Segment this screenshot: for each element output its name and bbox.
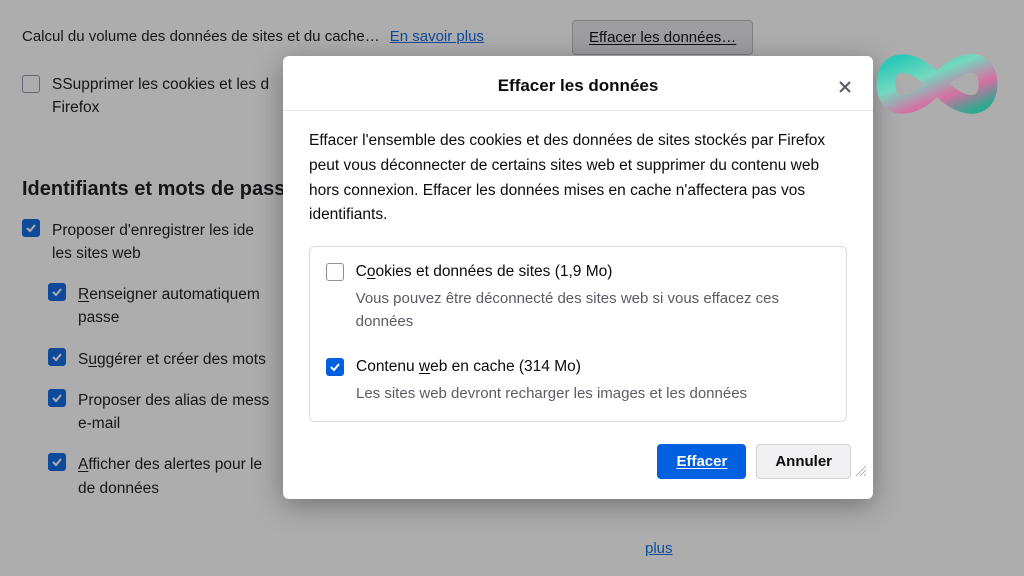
cancel-button[interactable]: Annuler xyxy=(756,444,851,479)
dialog-title: Effacer les données xyxy=(498,76,659,96)
cached-content-checkbox[interactable] xyxy=(326,358,344,376)
close-icon xyxy=(837,79,853,95)
resize-grip-icon[interactable] xyxy=(853,463,867,477)
infinity-logo-icon xyxy=(852,33,1022,135)
cookies-site-data-label: Cookies et données de sites (1,9 Mo) xyxy=(356,263,830,281)
cached-content-sublabel: Les sites web devront recharger les imag… xyxy=(356,382,747,405)
brand-logo xyxy=(852,14,1022,154)
cookies-site-data-checkbox[interactable] xyxy=(326,263,344,281)
clear-button[interactable]: Effacer xyxy=(657,444,746,479)
clear-data-dialog: Effacer les données Effacer l'ensemble d… xyxy=(283,56,873,499)
dialog-description: Effacer l'ensemble des cookies et des do… xyxy=(309,129,847,228)
cached-content-label: Contenu web en cache (314 Mo) xyxy=(356,358,747,376)
cookies-site-data-sublabel: Vous pouvez être déconnecté des sites we… xyxy=(356,287,830,334)
clear-options-group: Cookies et données de sites (1,9 Mo) Vou… xyxy=(309,246,847,422)
